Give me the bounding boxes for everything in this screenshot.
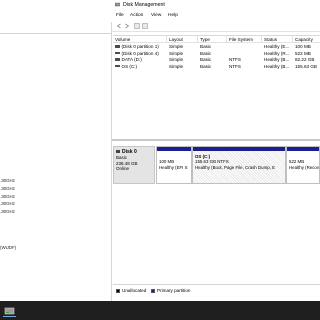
help-icon[interactable]: [142, 23, 148, 29]
disk-management-taskbar-icon[interactable]: [3, 304, 16, 317]
partition-efi[interactable]: 100 MB Healthy (EFI S: [156, 146, 192, 184]
back-arrow-icon[interactable]: [116, 23, 122, 29]
volume-icon: [115, 45, 120, 48]
background-window-toolbar: [0, 9, 112, 22]
toolbar: [112, 20, 320, 32]
partition-size: 522 MB: [289, 159, 305, 164]
partition-status: Healthy (Recov: [289, 164, 319, 170]
partition-os-c[interactable]: OS (C:) 155.63 GB NTFS Healthy (Boot, Pa…: [192, 146, 286, 184]
disk-management-app-icon: [115, 2, 120, 7]
status-cell: Healthy (B...: [264, 63, 290, 69]
volume-icon: [115, 58, 120, 61]
background-window-titlebar[interactable]: [0, 0, 112, 9]
layout-cell: Simple: [169, 63, 184, 69]
partition-type-bar: [157, 147, 191, 151]
disk-row: Disk 0 Basic 238.48 GB Online 100 MB Hea…: [113, 146, 320, 184]
partition-size: 155.63 GB NTFS: [195, 159, 229, 164]
list-item[interactable]: .30GHz: [0, 178, 15, 183]
partition-size: 100 MB: [159, 159, 175, 164]
menu-help[interactable]: Help: [168, 13, 178, 18]
list-item[interactable]: .30GHz: [0, 194, 15, 199]
column-header-layout[interactable]: Layout: [167, 36, 198, 43]
legend-unallocated: Unallocated: [122, 287, 147, 293]
list-item[interactable]: (WUDF): [0, 245, 16, 250]
partition-status: Healthy (Boot, Page File, Crash Dump, E: [195, 164, 276, 170]
window-title: Disk Management: [123, 1, 165, 8]
volume-icon: [115, 64, 120, 67]
taskbar: [0, 301, 320, 320]
table-row[interactable]: OS (C:) Simple Basic NTFS Healthy (B... …: [113, 64, 320, 71]
partition-recovery[interactable]: 522 MB Healthy (Recov: [286, 146, 320, 184]
background-window: .30GHz .30GHz .30GHz .30GHz .30GHz (WUDF…: [0, 0, 112, 301]
graphical-disk-view: Disk 0 Basic 238.48 GB Online 100 MB Hea…: [112, 139, 320, 282]
partition-type-bar: [287, 147, 319, 151]
table-header: Volume Layout Type File System Status Ca…: [113, 36, 320, 43]
forward-arrow-icon[interactable]: [124, 23, 130, 29]
partition-type-bar: [193, 147, 285, 151]
list-item[interactable]: .30GHz: [0, 201, 15, 206]
legend-swatch-primary: [151, 288, 155, 293]
list-item[interactable]: .30GHz: [0, 186, 15, 191]
volume-name-cell: OS (C:): [113, 64, 167, 71]
list-item[interactable]: .30GHz: [0, 209, 15, 214]
menu-action[interactable]: Action: [130, 13, 143, 18]
disk-status: Online: [116, 166, 130, 171]
volume-list: Volume Layout Type File System Status Ca…: [113, 35, 320, 139]
disk-label[interactable]: Disk 0 Basic 238.48 GB Online: [113, 146, 155, 184]
legend: Unallocated Primary partition: [113, 284, 320, 295]
legend-primary: Primary partition: [157, 287, 191, 293]
capacity-cell: 155.63 GB: [295, 63, 317, 69]
window-titlebar[interactable]: Disk Management: [112, 0, 320, 9]
column-header-volume[interactable]: Volume: [113, 36, 167, 43]
column-header-file-system[interactable]: File System: [227, 36, 262, 43]
type-cell: Basic: [200, 63, 212, 69]
background-window-divider: [0, 33, 112, 34]
disk-icon: [116, 149, 120, 153]
disk-management-window: Disk Management File Action View Help Vo…: [112, 0, 320, 301]
menu-bar: File Action View Help: [112, 12, 320, 20]
menu-view[interactable]: View: [151, 13, 161, 18]
volume-icon: [115, 51, 120, 54]
menu-file[interactable]: File: [116, 13, 124, 18]
properties-icon[interactable]: [134, 23, 140, 29]
column-header-status[interactable]: Status: [262, 36, 293, 43]
file-system-cell: NTFS: [229, 63, 241, 69]
column-header-capacity[interactable]: Capacity: [293, 36, 320, 43]
partition-status: Healthy (EFI S: [159, 164, 188, 170]
column-header-type[interactable]: Type: [198, 36, 227, 43]
legend-swatch-unallocated: [116, 288, 120, 293]
